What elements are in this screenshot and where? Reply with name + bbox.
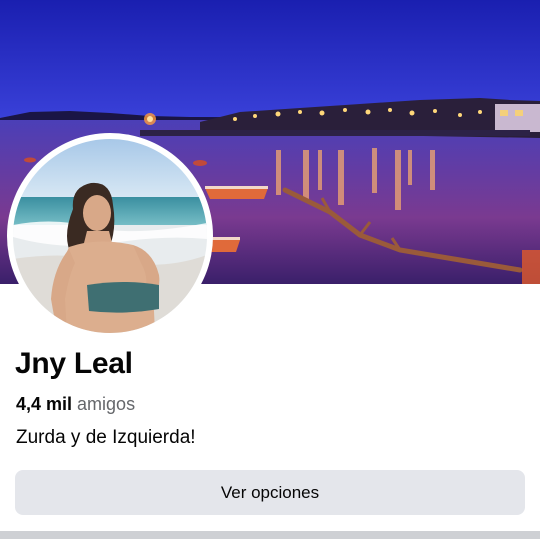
profile-picture — [13, 139, 207, 333]
see-options-button[interactable]: Ver opciones — [15, 470, 525, 515]
friends-label: amigos — [77, 394, 136, 414]
profile-name: Jny Leal — [15, 347, 133, 380]
section-divider — [0, 531, 540, 539]
avatar[interactable] — [7, 133, 213, 339]
friends-count[interactable]: 4,4 mil amigos — [16, 394, 135, 415]
friends-count-value: 4,4 mil — [16, 394, 73, 414]
profile-bio: Zurda y de Izquierda! — [16, 427, 196, 448]
